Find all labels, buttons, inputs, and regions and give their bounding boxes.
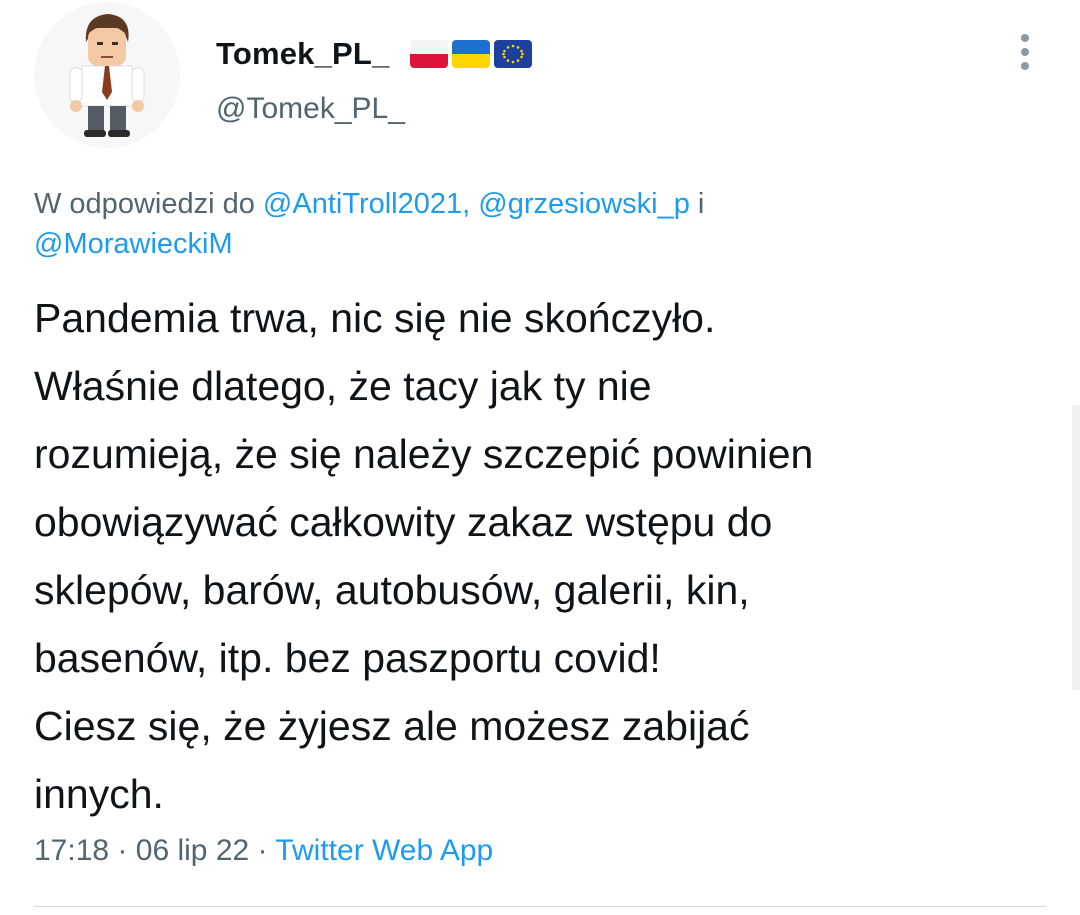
- meta-separator: ·: [257, 834, 268, 867]
- edge-shade: [1072, 405, 1080, 690]
- divider: [34, 906, 1046, 907]
- reply-prefix: W odpowiedzi do: [34, 188, 255, 220]
- avatar[interactable]: [34, 2, 180, 148]
- tweet-line: innych.: [34, 771, 164, 817]
- more-dot-icon: [1021, 62, 1029, 70]
- avatar-illustration: [34, 2, 180, 148]
- tweet-line: rozumieją, że się należy szczepić powini…: [34, 431, 814, 477]
- poland-flag-icon: [410, 40, 448, 68]
- tweet-meta: 17:18 · 06 lip 22 · Twitter Web App: [34, 834, 493, 868]
- more-dot-icon: [1021, 34, 1029, 42]
- reply-conjunction: i: [697, 188, 705, 220]
- more-dot-icon: [1021, 48, 1029, 56]
- tweet-line: Pandemia trwa, nic się nie skończyło.: [34, 295, 716, 341]
- tweet-line: Właśnie dlatego, że tacy jak ty nie: [34, 363, 652, 409]
- meta-separator: ·: [117, 834, 128, 867]
- tweet-line: Ciesz się, że żyjesz ale możesz zabijać: [34, 703, 750, 749]
- tweet-line: obowiązywać całkowity zakaz wstępu do: [34, 499, 773, 545]
- eu-flag-icon: [494, 40, 532, 68]
- more-options-button[interactable]: [1008, 30, 1042, 74]
- ukraine-flag-icon: [452, 40, 490, 68]
- tweet-date[interactable]: 06 lip 22: [136, 834, 249, 867]
- tweet-text: Pandemia trwa, nic się nie skończyło. Wł…: [34, 284, 1044, 828]
- mention-link[interactable]: @AntiTroll2021,: [263, 188, 470, 220]
- tweet-line: sklepów, barów, autobusów, galerii, kin,: [34, 567, 750, 613]
- mention-link[interactable]: @grzesiowski_p: [478, 188, 690, 220]
- tweet-time[interactable]: 17:18: [34, 834, 109, 867]
- mention-link[interactable]: @MorawieckiM: [34, 228, 233, 260]
- user-handle[interactable]: @Tomek_PL_: [216, 92, 405, 126]
- display-name[interactable]: Tomek_PL_: [216, 36, 390, 72]
- tweet-line: basenów, itp. bez paszportu covid!: [34, 635, 661, 681]
- flag-emojis: [410, 40, 532, 68]
- reply-context: W odpowiedzi do @AntiTroll2021, @grzesio…: [34, 184, 1034, 264]
- tweet-source-link[interactable]: Twitter Web App: [275, 834, 493, 867]
